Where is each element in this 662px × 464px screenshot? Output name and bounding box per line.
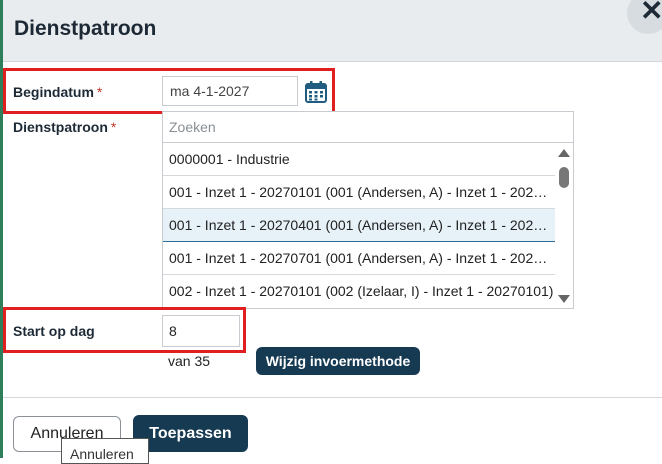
highlight-start-op-dag (3, 307, 246, 353)
required-marker: * (110, 119, 117, 135)
list-item-selected[interactable]: 001 - Inzet 1 - 20270401 (001 (Andersen,… (163, 209, 555, 242)
list-item[interactable]: 001 - Inzet 1 - 20270701 (001 (Andersen,… (163, 242, 555, 275)
cancel-tooltip: Annuleren (61, 438, 149, 464)
footer-divider (3, 397, 662, 398)
scroll-up-icon[interactable] (558, 149, 570, 157)
close-icon[interactable]: ✕ (640, 0, 662, 28)
search-input[interactable] (163, 112, 573, 143)
dienstpatroon-label: Dienstpatroon * (13, 119, 117, 135)
scroll-down-icon[interactable] (558, 295, 570, 303)
apply-button[interactable]: Toepassen (133, 415, 248, 452)
dienstpatroon-listbox: 0000001 - Industrie 001 - Inzet 1 - 2027… (162, 111, 574, 309)
list-item[interactable]: 002 - Inzet 1 - 20270101 (002 (Izelaar, … (163, 275, 555, 308)
highlight-begindatum (3, 68, 335, 114)
dialog-title: Dienstpatroon (14, 17, 157, 40)
list-item[interactable]: 0000001 - Industrie (163, 143, 555, 176)
wijzig-invoermethode-button[interactable]: Wijzig invoermethode (256, 347, 420, 375)
list-item[interactable]: 001 - Inzet 1 - 20270101 (001 (Andersen,… (163, 176, 555, 209)
list-scrollbar[interactable] (555, 143, 573, 308)
van-total-text: van 35 (168, 353, 211, 369)
scroll-thumb[interactable] (559, 167, 569, 188)
dialog-header: Dienstpatroon (3, 0, 662, 62)
